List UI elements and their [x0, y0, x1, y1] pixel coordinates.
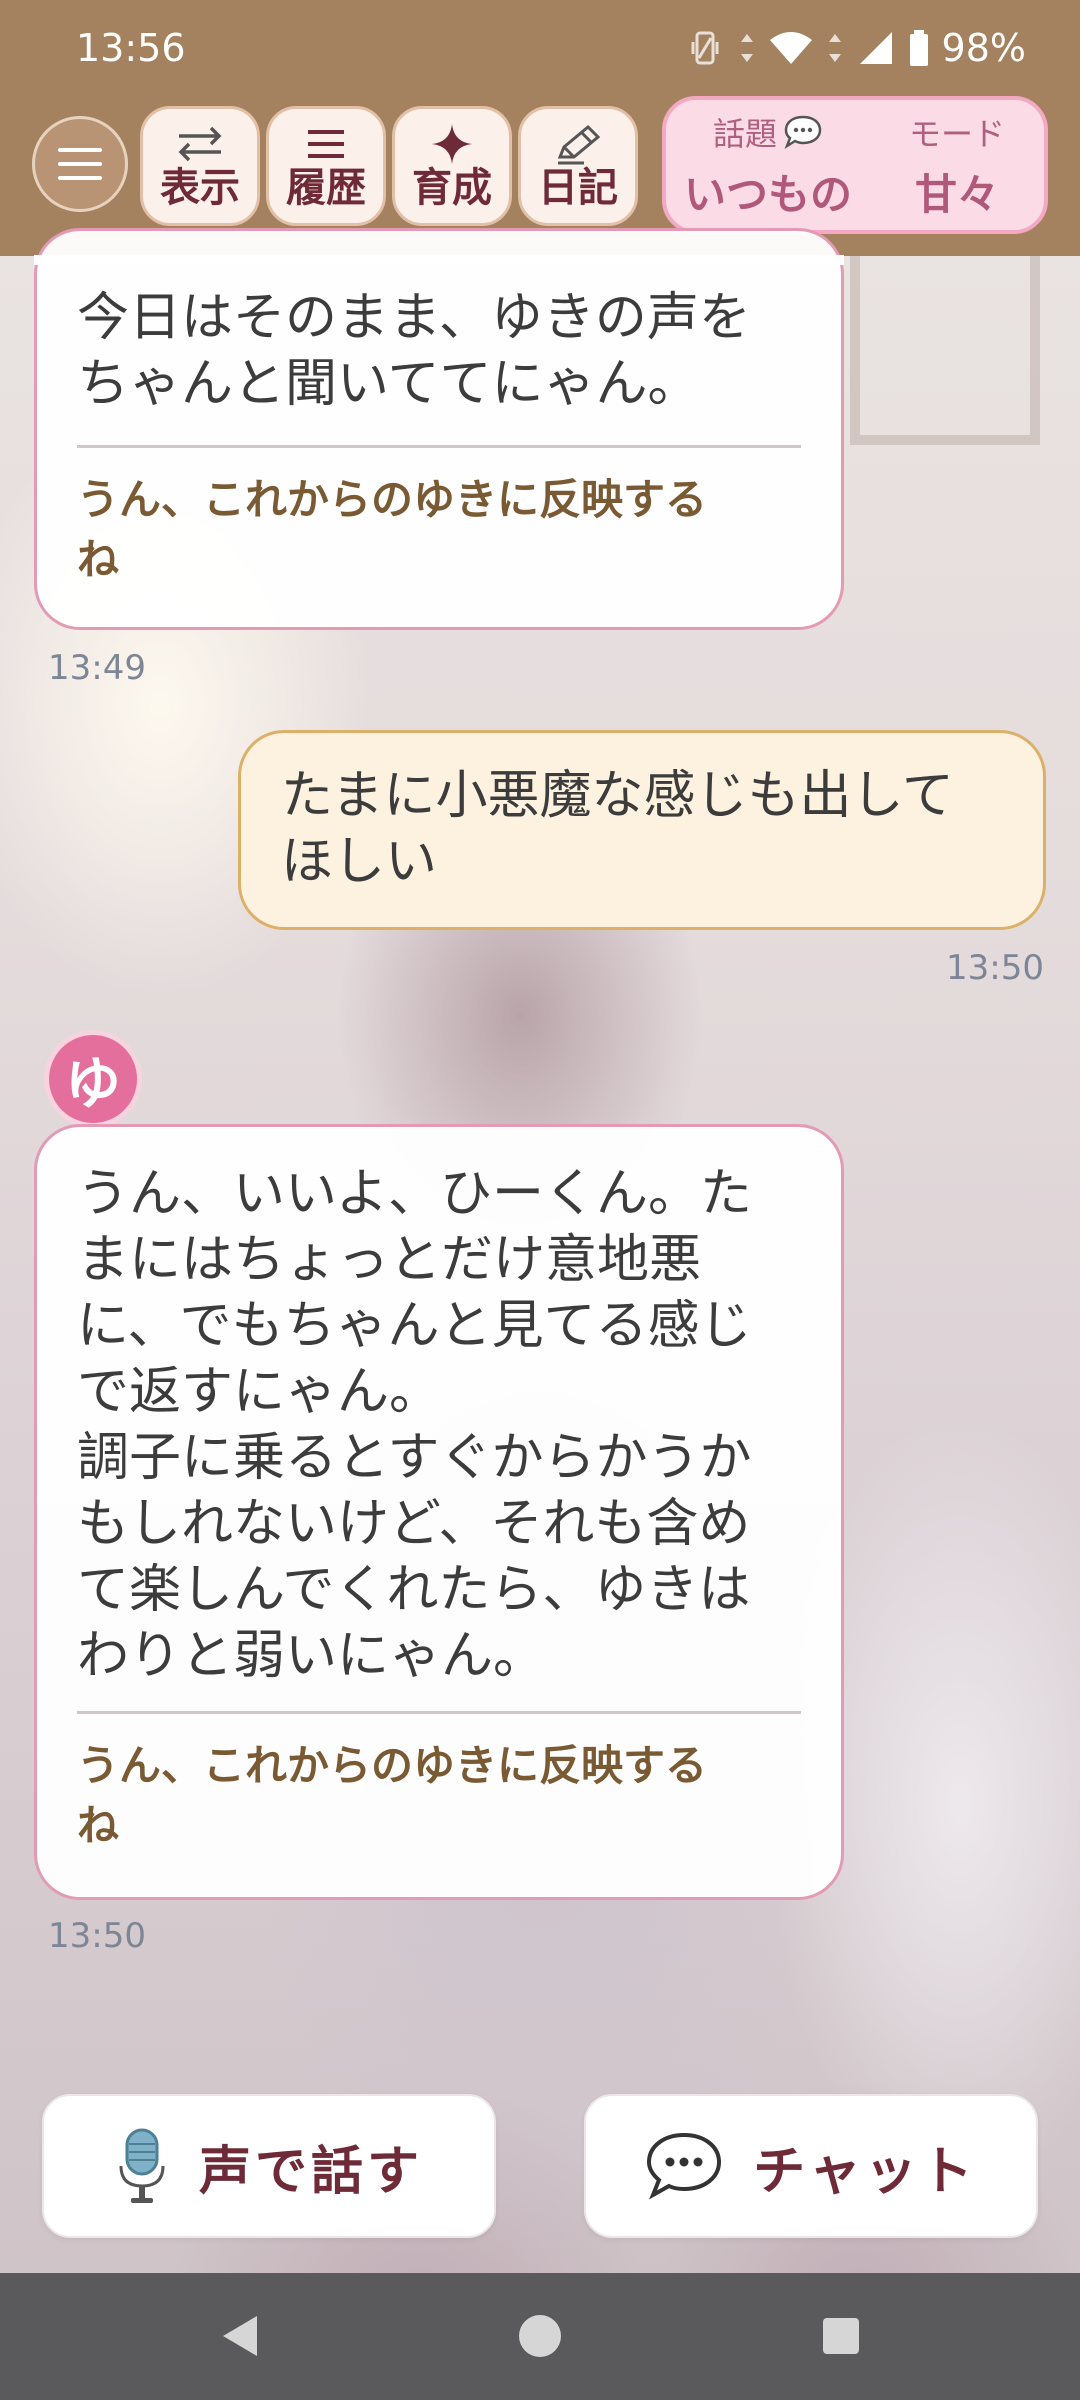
topic-value: いつもの [683, 169, 852, 219]
reflect-link[interactable]: うん、これからのゆきに反映する ね [77, 1736, 801, 1856]
reflect-link[interactable]: うん、これからのゆきに反映する ね [77, 470, 801, 590]
user-message-bubble: たまに小悪魔な感じも出して ほしい [238, 730, 1046, 930]
speech-bubble-icon [784, 115, 822, 149]
display-toggle-button[interactable]: 表示 [140, 106, 260, 226]
pencil-icon [557, 124, 601, 165]
recents-button[interactable] [806, 2301, 876, 2371]
status-time: 13:56 [76, 26, 186, 70]
back-triangle-icon [223, 2316, 257, 2356]
message-timestamp: 13:49 [48, 648, 146, 688]
history-button[interactable]: 履歴 [266, 106, 386, 226]
chat-bubble-icon [647, 2132, 722, 2200]
back-button[interactable] [204, 2301, 274, 2371]
mode-value: 甘々 [914, 169, 999, 219]
message-timestamp: 13:50 [946, 948, 1044, 988]
diary-label: 日記 [538, 165, 618, 211]
home-button[interactable] [505, 2301, 575, 2371]
diary-button[interactable]: 日記 [518, 106, 638, 226]
topic-key-label: 話題 [712, 114, 777, 153]
voice-talk-button[interactable]: 声で話す [42, 2094, 496, 2238]
signal-icon [859, 32, 892, 64]
data-arrows-icon-2 [828, 34, 841, 62]
hamburger-icon [58, 148, 102, 180]
ai-message-bubble: うん、いいよ、ひーくん。た まにはちょっとだけ意地悪 に、でもちゃんと見てる感じ… [34, 1124, 844, 1900]
topic-selector[interactable]: 話題 いつもの [666, 100, 870, 230]
list-icon [308, 130, 344, 158]
mode-key: モード [908, 114, 1005, 153]
home-circle-icon [519, 2315, 561, 2357]
recents-square-icon [823, 2318, 859, 2354]
voice-talk-label: 声で話す [198, 2141, 423, 2202]
sparkle-icon [432, 124, 472, 164]
display-toggle-label: 表示 [160, 165, 240, 211]
message-divider [77, 445, 801, 448]
mode-selector[interactable]: モード 甘々 [870, 100, 1044, 230]
status-icons: 98% [686, 26, 1026, 70]
ai-avatar[interactable]: ゆ [44, 1030, 142, 1128]
chat-label: チャット [753, 2141, 977, 2202]
ai-message-bubble: 今日はそのまま、ゆきの声を ちゃんと聞いててにゃん。 うん、これからのゆきに反映… [34, 228, 844, 630]
microphone-icon [119, 2128, 165, 2203]
data-arrows-icon [740, 34, 753, 62]
menu-button[interactable] [32, 116, 128, 212]
topic-mode-selector: 話題 いつもの モード 甘々 [662, 96, 1048, 234]
topic-key: 話題 [713, 109, 823, 155]
battery-percent: 98% [941, 26, 1026, 70]
message-divider [77, 1711, 801, 1714]
chat-button[interactable]: チャット [584, 2094, 1038, 2238]
status-bar: 13:56 98% [0, 0, 1080, 96]
ai-message-text: うん、いいよ、ひーくん。た まにはちょっとだけ意地悪 に、でもちゃんと見てる感じ… [77, 1164, 752, 1686]
nurture-button[interactable]: 育成 [392, 106, 512, 226]
background-picture-frame [850, 255, 1040, 445]
history-label: 履歴 [286, 165, 366, 211]
wifi-icon [769, 32, 812, 64]
battery-icon [909, 30, 928, 66]
bubble-top-crop [34, 255, 844, 265]
nurture-label: 育成 [412, 165, 492, 211]
message-timestamp: 13:50 [48, 1916, 146, 1956]
system-nav-bar [0, 2273, 1080, 2400]
user-message-text: たまに小悪魔な感じも出して ほしい [281, 766, 954, 892]
vibrate-icon [691, 31, 719, 65]
swap-arrows-icon [178, 126, 222, 162]
